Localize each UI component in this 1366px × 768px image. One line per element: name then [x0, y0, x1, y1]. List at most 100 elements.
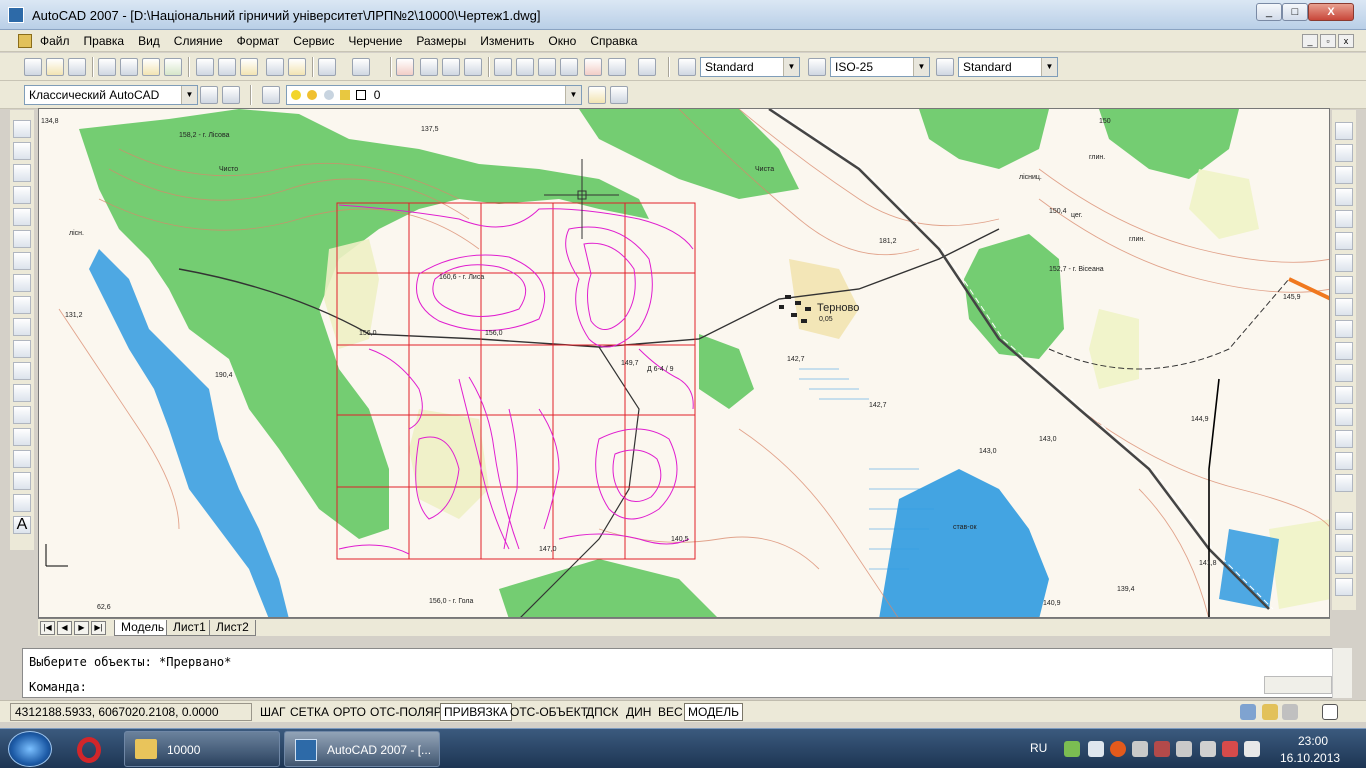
- language-indicator[interactable]: RU: [1030, 741, 1047, 755]
- network-icon[interactable]: [1200, 741, 1216, 757]
- publish-icon[interactable]: [142, 58, 160, 76]
- ellipse-arc-icon[interactable]: [13, 340, 31, 358]
- menu-format[interactable]: Формат: [237, 34, 280, 48]
- table-icon[interactable]: [13, 494, 31, 512]
- chamfer-icon[interactable]: [1335, 430, 1353, 448]
- close-button[interactable]: X: [1308, 3, 1354, 21]
- clock-time[interactable]: 23:00: [1298, 734, 1328, 748]
- polyline-icon[interactable]: [13, 164, 31, 182]
- line-icon[interactable]: [13, 120, 31, 138]
- menu-file[interactable]: Файл: [40, 34, 70, 48]
- match-properties-icon[interactable]: [266, 58, 284, 76]
- new-icon[interactable]: [24, 58, 42, 76]
- update-alert-icon[interactable]: [1110, 741, 1126, 757]
- maximize-button[interactable]: □: [1282, 3, 1308, 21]
- menu-edit[interactable]: Правка: [84, 34, 125, 48]
- workspace-save-icon[interactable]: [222, 86, 240, 104]
- spline-icon[interactable]: [13, 296, 31, 314]
- insert-block-icon[interactable]: [13, 362, 31, 380]
- multiline-text-icon[interactable]: A: [13, 516, 31, 534]
- pan-icon[interactable]: [396, 58, 414, 76]
- move-icon[interactable]: [1335, 232, 1353, 250]
- menu-view[interactable]: Вид: [138, 34, 160, 48]
- doc-close-button[interactable]: x: [1338, 34, 1354, 48]
- drawing-canvas[interactable]: 134,8 158,2 - г. Лісова 137,5 Чисто 150 лісни…: [38, 108, 1330, 618]
- next-tab-button[interactable]: ▶: [74, 621, 89, 635]
- circle-icon[interactable]: [13, 252, 31, 270]
- ellipse-icon[interactable]: [13, 318, 31, 336]
- calculator-icon[interactable]: [608, 58, 626, 76]
- zoom-realtime-icon[interactable]: [420, 58, 438, 76]
- point-icon[interactable]: [13, 406, 31, 424]
- menu-merge[interactable]: Слияние: [174, 34, 223, 48]
- dynamic-input-toggle[interactable]: ДИН: [622, 703, 655, 721]
- first-tab-button[interactable]: |◀: [40, 621, 55, 635]
- paste-icon[interactable]: [240, 58, 258, 76]
- snap-toggle[interactable]: ШАГ: [256, 703, 290, 721]
- extend-icon[interactable]: [1335, 342, 1353, 360]
- print-preview-icon[interactable]: [120, 58, 138, 76]
- workspace-settings-icon[interactable]: [200, 86, 218, 104]
- coordinates-display[interactable]: 4312188.5933, 6067020.2108, 0.0000: [10, 703, 252, 721]
- sheet-set-icon[interactable]: [560, 58, 578, 76]
- draw-order-below-icon[interactable]: [1335, 578, 1353, 596]
- dim-style-icon[interactable]: [808, 58, 826, 76]
- break-at-point-icon[interactable]: [1335, 364, 1353, 382]
- polar-tracking-toggle[interactable]: ОТС-ПОЛЯР: [366, 703, 446, 721]
- clean-screen-icon[interactable]: [1322, 704, 1338, 720]
- rectangle-icon[interactable]: [13, 208, 31, 226]
- text-style-icon[interactable]: [678, 58, 696, 76]
- tray-app-icon[interactable]: [1154, 741, 1170, 757]
- open-icon[interactable]: [46, 58, 64, 76]
- ducs-toggle[interactable]: ДПСК: [582, 703, 622, 721]
- model-space-toggle[interactable]: МОДЕЛЬ: [684, 703, 743, 721]
- layer-select[interactable]: 0 ▼: [286, 85, 582, 105]
- tab-sheet1[interactable]: Лист1: [166, 620, 213, 636]
- join-icon[interactable]: [1335, 408, 1353, 426]
- explode-icon[interactable]: [1335, 474, 1353, 492]
- layer-previous-icon[interactable]: [610, 86, 628, 104]
- start-button[interactable]: [8, 731, 52, 767]
- break-icon[interactable]: [1335, 386, 1353, 404]
- clock-date[interactable]: 16.10.2013: [1280, 751, 1340, 765]
- copy-icon[interactable]: [218, 58, 236, 76]
- draw-order-above-icon[interactable]: [1335, 556, 1353, 574]
- mirror-icon[interactable]: [1335, 166, 1353, 184]
- ortho-toggle[interactable]: ОРТО: [329, 703, 370, 721]
- minimize-button[interactable]: _: [1256, 3, 1282, 21]
- zoom-window-icon[interactable]: [442, 58, 460, 76]
- zoom-previous-icon[interactable]: [464, 58, 482, 76]
- bluetooth-icon[interactable]: [1132, 741, 1148, 757]
- autocad-taskbar-button[interactable]: AutoCAD 2007 - [...: [284, 731, 440, 767]
- block-editor-icon[interactable]: [288, 58, 306, 76]
- make-block-icon[interactable]: [13, 384, 31, 402]
- menu-tools[interactable]: Сервис: [293, 34, 334, 48]
- design-center-icon[interactable]: [516, 58, 534, 76]
- last-tab-button[interactable]: ▶|: [91, 621, 106, 635]
- gradient-icon[interactable]: [13, 450, 31, 468]
- array-icon[interactable]: [1335, 210, 1353, 228]
- offset-icon[interactable]: [1335, 188, 1353, 206]
- construction-line-icon[interactable]: [13, 142, 31, 160]
- draw-order-back-icon[interactable]: [1335, 534, 1353, 552]
- make-object-layer-current-icon[interactable]: [588, 86, 606, 104]
- copy-object-icon[interactable]: [1335, 144, 1353, 162]
- stretch-icon[interactable]: [1335, 298, 1353, 316]
- lineweight-toggle[interactable]: ВЕС: [654, 703, 687, 721]
- fillet-icon[interactable]: [1335, 452, 1353, 470]
- object-tracking-toggle[interactable]: ОТС-ОБЪЕКТ: [506, 703, 592, 721]
- cut-icon[interactable]: [196, 58, 214, 76]
- opera-taskbar-button[interactable]: [64, 731, 116, 767]
- erase-icon[interactable]: [1335, 122, 1353, 140]
- document-icon[interactable]: [18, 34, 32, 48]
- workspace-select[interactable]: Классический AutoCAD ▼: [24, 85, 198, 105]
- command-scrollbar[interactable]: [1332, 648, 1352, 698]
- vk-icon[interactable]: [1088, 741, 1104, 757]
- network-check-icon[interactable]: [1064, 741, 1080, 757]
- print-icon[interactable]: [98, 58, 116, 76]
- communication-center-icon[interactable]: [1240, 704, 1256, 720]
- help-icon[interactable]: [638, 58, 656, 76]
- tab-sheet2[interactable]: Лист2: [209, 620, 256, 636]
- region-icon[interactable]: [13, 472, 31, 490]
- arc-icon[interactable]: [13, 230, 31, 248]
